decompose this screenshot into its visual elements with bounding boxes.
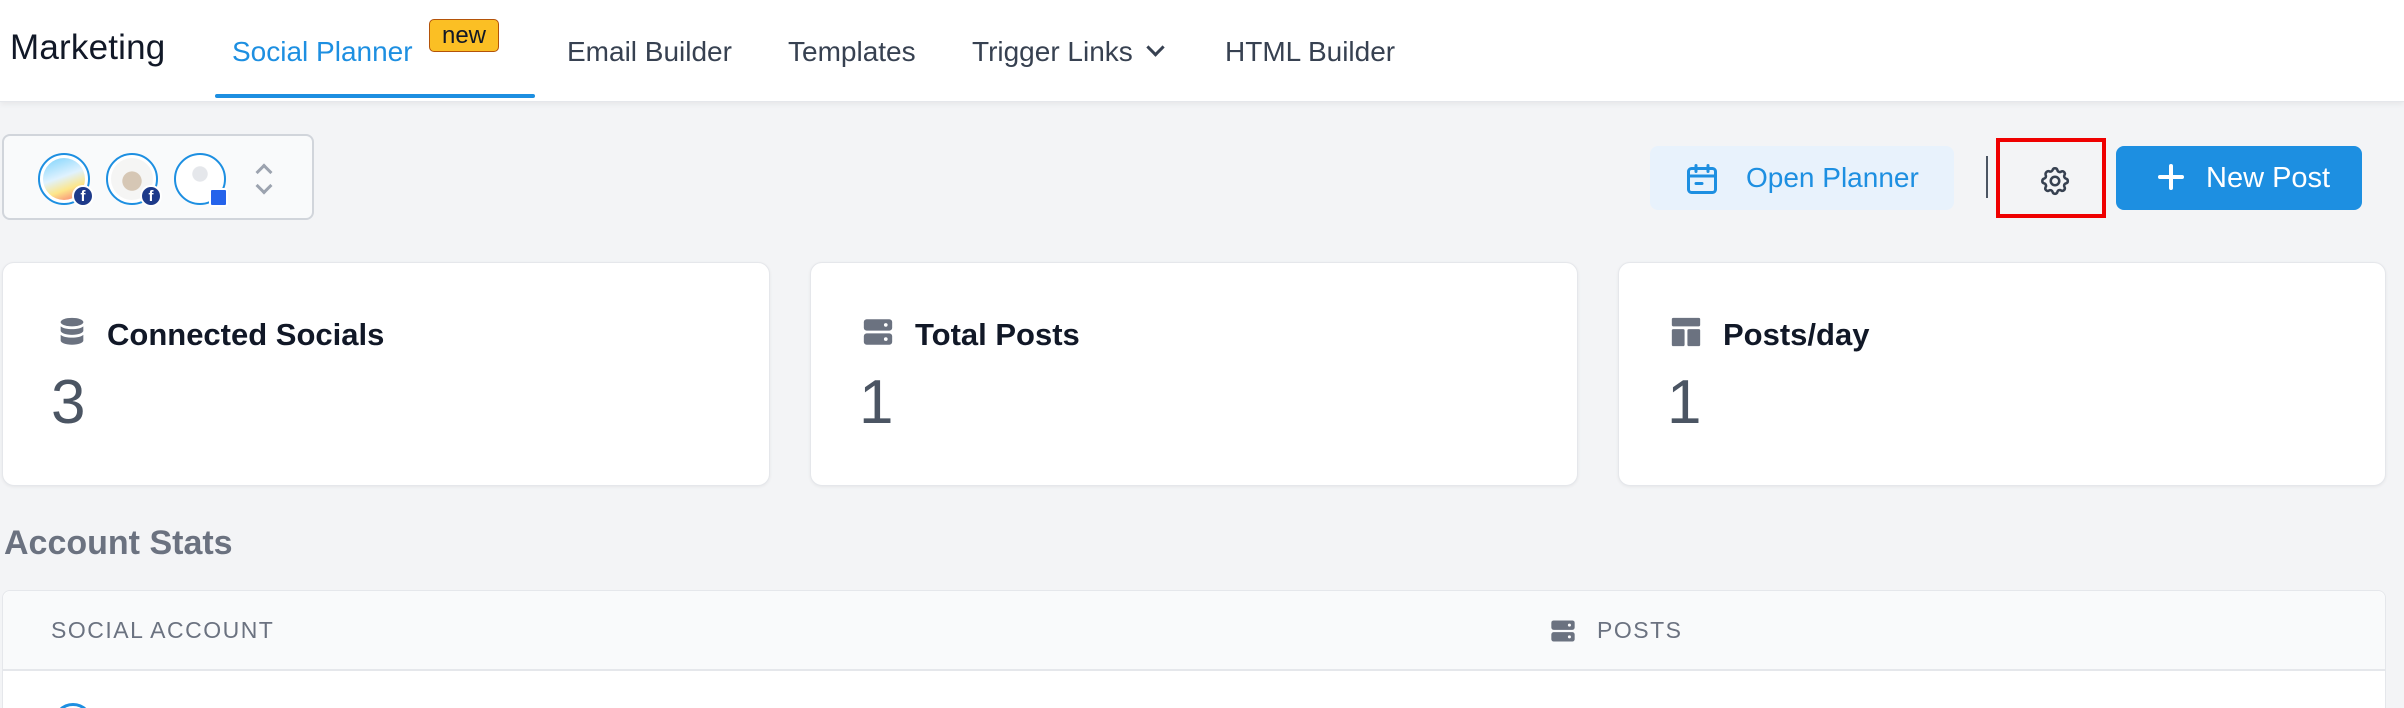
server-icon — [1551, 620, 1575, 642]
stat-card-connected-socials: Connected Socials 3 — [2, 262, 770, 486]
server-icon — [863, 319, 893, 345]
stat-value: 3 — [51, 368, 86, 437]
tab-trigger-links-label: Trigger Links — [972, 36, 1133, 67]
tab-html-builder[interactable]: HTML Builder — [1225, 36, 1395, 68]
new-post-label: New Post — [2206, 162, 2331, 194]
open-planner-label: Open Planner — [1746, 162, 1919, 193]
app-title: Marketing — [10, 28, 166, 67]
facebook-icon: f — [72, 185, 94, 207]
avatar — [53, 703, 93, 708]
tab-social-planner[interactable]: Social Planner — [232, 36, 413, 68]
stat-card-posts-per-day: Posts/day 1 — [1618, 262, 2386, 486]
account-stats-table: SOCIAL ACCOUNT POSTS — [2, 590, 2386, 708]
settings-button[interactable] — [1996, 138, 2106, 218]
active-tab-indicator — [215, 94, 535, 98]
stat-title: Total Posts — [915, 317, 1080, 352]
new-badge: new — [429, 19, 499, 52]
new-post-button[interactable]: New Post — [2116, 146, 2362, 210]
database-icon — [60, 317, 84, 345]
chevron-down-icon — [1146, 38, 1165, 57]
stat-card-total-posts: Total Posts 1 — [810, 262, 1578, 486]
column-header-social-account[interactable]: SOCIAL ACCOUNT — [51, 617, 274, 644]
open-planner-button[interactable]: Open Planner — [1650, 146, 1954, 210]
chevron-up-down-icon — [252, 162, 276, 198]
google-business-icon — [209, 188, 228, 207]
section-title-account-stats: Account Stats — [4, 524, 233, 562]
stat-title: Connected Socials — [107, 317, 385, 352]
account-avatar-facebook-1: f — [38, 153, 94, 207]
stat-value: 1 — [859, 368, 894, 437]
facebook-icon: f — [140, 185, 162, 207]
account-avatar-facebook-2: f — [106, 153, 162, 207]
plus-icon — [2156, 162, 2186, 192]
tab-email-builder[interactable]: Email Builder — [567, 36, 732, 68]
tab-templates[interactable]: Templates — [788, 36, 916, 68]
toolbar-divider — [1986, 156, 1988, 198]
top-nav: Marketing Social Planner new Email Build… — [0, 0, 2404, 102]
tab-trigger-links[interactable]: Trigger Links — [972, 36, 1165, 68]
stat-title: Posts/day — [1723, 317, 1870, 352]
column-header-posts[interactable]: POSTS — [1597, 617, 1682, 644]
layout-icon — [1671, 317, 1701, 347]
stat-value: 1 — [1667, 368, 1702, 437]
table-header: SOCIAL ACCOUNT POSTS — [3, 591, 2385, 671]
account-selector[interactable]: f f — [2, 134, 314, 220]
account-avatar-google-business — [174, 153, 228, 207]
gear-icon — [2041, 167, 2070, 196]
calendar-icon — [1687, 164, 1717, 194]
